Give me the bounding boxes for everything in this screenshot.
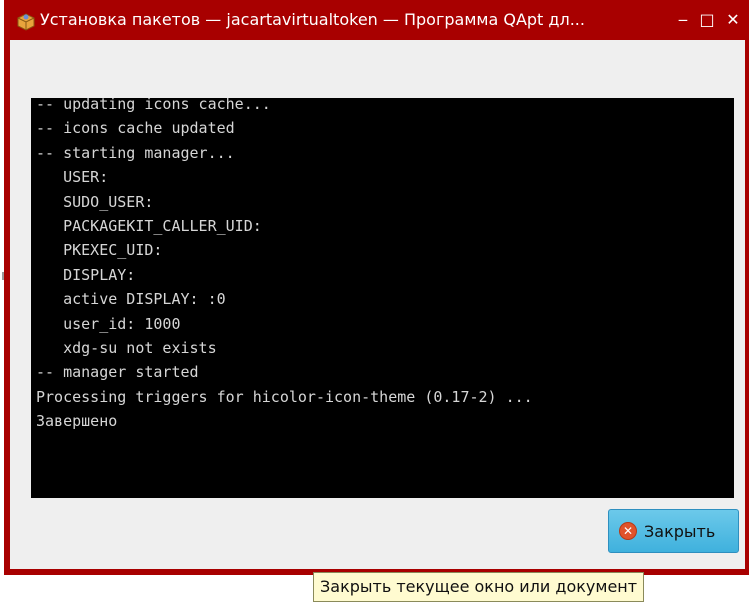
terminal-line: Processing triggers for hicolor-icon-the… [36, 387, 533, 406]
terminal-line: -- starting manager... [36, 143, 235, 162]
terminal-line: -- manager started [36, 363, 199, 382]
terminal-line: PACKAGEKIT_CALLER_UID: [36, 216, 262, 235]
close-button-tooltip: Закрыть текущее окно или документ [313, 572, 645, 602]
terminal-line: active DISPLAY: :0 [36, 290, 226, 309]
terminal-footer [31, 470, 734, 498]
terminal-line: PKEXEC_UID: [36, 241, 163, 260]
window-title: Установка пакетов — jacartavirtualtoken … [40, 10, 585, 29]
close-button-label: Закрыть [644, 522, 716, 541]
qapt-installer-window: Установка пакетов — jacartavirtualtoken … [4, 0, 749, 575]
terminal-line: xdg-su not exists [36, 338, 217, 357]
title-bar[interactable]: Установка пакетов — jacartavirtualtoken … [4, 0, 749, 40]
terminal-line: user_id: 1000 [36, 314, 181, 333]
close-window-button[interactable]: ✕ [720, 8, 746, 32]
package-box-icon [17, 13, 35, 31]
cancel-icon: ✕ [619, 522, 637, 540]
terminal-line: DISPLAY: [36, 265, 136, 284]
close-button[interactable]: ✕ Закрыть [608, 509, 739, 553]
terminal-scrollbar[interactable] [707, 98, 734, 470]
terminal-line: USER: [36, 168, 109, 187]
minimize-button[interactable]: ‒ [670, 8, 696, 32]
terminal-output[interactable]: -- updating icons cache... -- icons cache… [31, 98, 707, 470]
terminal-line: Завершено [36, 412, 118, 431]
terminal-line: SUDO_USER: [36, 192, 154, 211]
terminal-lines: -- updating icons cache... -- icons cache… [36, 98, 707, 433]
terminal-line: -- icons cache updated [36, 119, 235, 138]
terminal-line: -- updating icons cache... [36, 98, 271, 113]
resize-handle[interactable] [2, 272, 4, 280]
dialog-body: -- updating icons cache... -- icons cache… [10, 40, 745, 569]
maximize-button[interactable]: □ [694, 8, 720, 32]
